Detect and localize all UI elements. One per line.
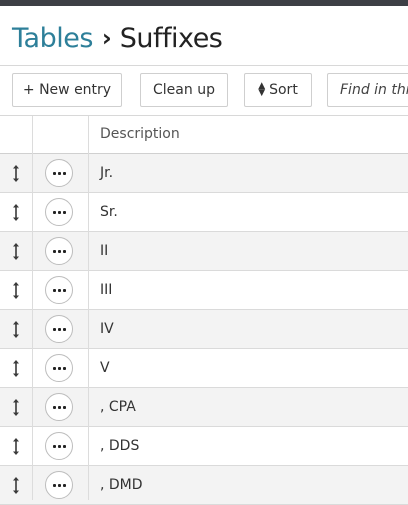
row-more-button[interactable] <box>45 432 73 460</box>
row-more-button[interactable] <box>45 393 73 421</box>
drag-handle-icon[interactable] <box>11 476 21 495</box>
more-options-icon <box>52 249 66 253</box>
more-options-icon <box>52 444 66 448</box>
more-options-icon <box>52 171 66 175</box>
sort-button[interactable]: ▲ ▼ Sort <box>244 73 312 107</box>
row-more-button[interactable] <box>45 159 73 187</box>
row-more-button[interactable] <box>45 315 73 343</box>
page-title: Suffixes <box>119 22 223 54</box>
more-options-icon <box>52 327 66 331</box>
more-options-icon <box>52 483 66 487</box>
table-row[interactable]: IV <box>0 310 408 349</box>
drag-handle-icon[interactable] <box>11 164 21 183</box>
table-row[interactable]: II <box>0 232 408 271</box>
breadcrumb-separator-icon: › <box>101 24 112 52</box>
drag-handle-icon[interactable] <box>11 320 21 339</box>
description-cell: , CPA <box>100 399 136 415</box>
more-options-icon <box>52 288 66 292</box>
description-cell: Sr. <box>100 204 118 220</box>
description-cell: III <box>100 282 113 298</box>
table-row[interactable]: Jr. <box>0 154 408 193</box>
clean-up-button[interactable]: Clean up <box>140 73 228 107</box>
drag-handle-icon[interactable] <box>11 242 21 261</box>
more-options-icon <box>52 366 66 370</box>
row-more-button[interactable] <box>45 237 73 265</box>
column-divider <box>32 116 33 500</box>
toolbar-divider <box>0 65 408 66</box>
description-cell: II <box>100 243 109 259</box>
description-cell: , DDS <box>100 438 140 454</box>
drag-handle-icon[interactable] <box>11 398 21 417</box>
top-bar <box>0 0 408 6</box>
description-cell: IV <box>100 321 114 337</box>
breadcrumb-tables-link[interactable]: Tables <box>12 23 93 54</box>
breadcrumb: Tables › Suffixes <box>12 18 223 58</box>
description-cell: Jr. <box>100 165 114 181</box>
row-more-button[interactable] <box>45 198 73 226</box>
new-entry-label: + New entry <box>22 82 112 98</box>
column-divider <box>88 116 89 500</box>
row-more-button[interactable] <box>45 471 73 499</box>
more-options-icon <box>52 405 66 409</box>
row-more-button[interactable] <box>45 276 73 304</box>
drag-handle-icon[interactable] <box>11 203 21 222</box>
search-input[interactable] <box>327 73 408 107</box>
description-cell: V <box>100 360 110 376</box>
table-row[interactable]: , CPA <box>0 388 408 427</box>
table-header-row <box>0 116 408 154</box>
description-cell: , DMD <box>100 477 143 493</box>
clean-up-label: Clean up <box>153 82 215 98</box>
table-row[interactable]: , DMD <box>0 466 408 505</box>
sort-icon: ▲ ▼ <box>258 81 266 98</box>
drag-handle-icon[interactable] <box>11 359 21 378</box>
more-options-icon <box>52 210 66 214</box>
new-entry-button[interactable]: + New entry <box>12 73 122 107</box>
table-row[interactable]: III <box>0 271 408 310</box>
row-more-button[interactable] <box>45 354 73 382</box>
table-row[interactable]: Sr. <box>0 193 408 232</box>
table-row[interactable]: V <box>0 349 408 388</box>
column-header-description[interactable]: Description <box>100 126 180 142</box>
table-row[interactable]: , DDS <box>0 427 408 466</box>
drag-handle-icon[interactable] <box>11 437 21 456</box>
sort-label: Sort <box>269 82 298 98</box>
drag-handle-icon[interactable] <box>11 281 21 300</box>
